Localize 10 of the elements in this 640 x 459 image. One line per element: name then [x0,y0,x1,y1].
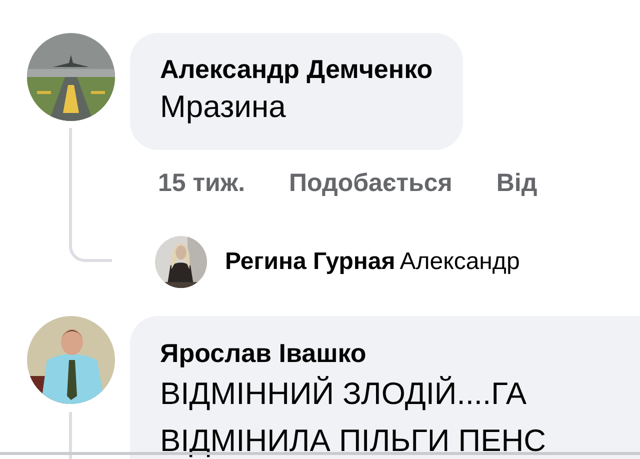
like-link[interactable]: Подобається [289,166,452,200]
author-name[interactable]: Ярослав Івашко [160,336,366,370]
reply-text: Александр [400,248,520,275]
comment-text: ВІДМІННИЙ ЗЛОДІЙ....ГА [160,375,527,413]
reply-author[interactable]: Регина Гурная [225,248,396,275]
comment-time: 15 тиж. [158,168,246,199]
comment-text: Мразина [160,88,286,126]
reply-link[interactable]: Від [496,166,538,200]
author-name[interactable]: Александр Демченко [160,52,433,86]
comment-text: ВІДМІНИЛА ПІЛЬГИ ПЕНС [160,422,546,459]
